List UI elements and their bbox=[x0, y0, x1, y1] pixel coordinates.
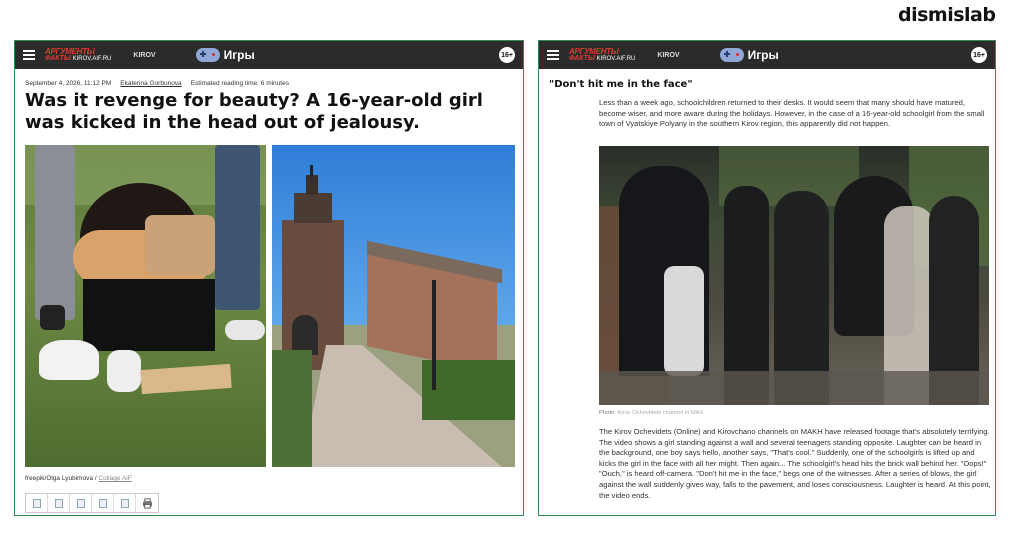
aif-logo[interactable]: АРГУМЕНТЫ ФАКТЫ KIROV.AIF.RU bbox=[569, 47, 635, 63]
broken-image-icon bbox=[76, 498, 85, 508]
gamepad-icon bbox=[195, 48, 220, 62]
age-rating-badge: 16+ bbox=[499, 47, 515, 63]
print-button[interactable] bbox=[136, 494, 158, 512]
site-header: АРГУМЕНТЫ ФАКТЫ KIROV.AIF.RU KIROV Игры … bbox=[15, 41, 523, 69]
intro-paragraph: Less than a week ago, schoolchildren ret… bbox=[599, 98, 985, 129]
hamburger-menu-icon[interactable] bbox=[547, 50, 559, 60]
share-button-4[interactable] bbox=[92, 494, 114, 512]
collage-credit-link[interactable]: Collage AiF bbox=[98, 475, 131, 482]
photo-credit: Photo: Kirov Ochevidets channel in MAX bbox=[599, 410, 704, 416]
author-link[interactable]: Ekaterina Gorbunova bbox=[120, 80, 181, 87]
dismislab-logo: dismislab bbox=[898, 4, 996, 26]
city-selector[interactable]: KIROV bbox=[133, 52, 155, 59]
hamburger-menu-icon[interactable] bbox=[23, 50, 35, 60]
share-button-2[interactable] bbox=[48, 494, 70, 512]
photo-source-link[interactable]: Kirov Ochevidets channel in MAX bbox=[617, 410, 703, 416]
collage-photo-girl bbox=[25, 145, 266, 467]
article-meta: September 4, 2026, 11:12 PM Ekaterina Go… bbox=[25, 80, 523, 87]
broken-image-icon bbox=[120, 498, 129, 508]
video-still bbox=[599, 146, 989, 405]
share-buttons bbox=[25, 493, 159, 513]
photo-caption: freepik/Olga Lyubimova / Collage AiF bbox=[25, 475, 132, 482]
broken-image-icon bbox=[98, 498, 107, 508]
age-rating-badge: 16+ bbox=[971, 47, 987, 63]
site-header: АРГУМЕНТЫ ФАКТЫ KIROV.AIF.RU KIROV Игры … bbox=[539, 41, 995, 69]
right-article-screenshot: АРГУМЕНТЫ ФАКТЫ KIROV.AIF.RU KIROV Игры … bbox=[538, 40, 996, 516]
body-paragraph: The Kirov Ochevidets (Online) and Kirovc… bbox=[599, 427, 991, 500]
reading-time: Estimated reading time: 6 minutes bbox=[190, 80, 289, 87]
share-button-3[interactable] bbox=[70, 494, 92, 512]
broken-image-icon bbox=[32, 498, 41, 508]
article-headline: Was it revenge for beauty? A 16-year-old… bbox=[25, 90, 483, 133]
printer-icon bbox=[142, 497, 152, 509]
share-button-1[interactable] bbox=[26, 494, 48, 512]
gamepad-icon bbox=[719, 48, 744, 62]
games-link[interactable]: Игры bbox=[719, 48, 779, 62]
games-link[interactable]: Игры bbox=[195, 48, 255, 62]
broken-image-icon bbox=[54, 498, 63, 508]
city-selector[interactable]: KIROV bbox=[657, 52, 679, 59]
share-button-5[interactable] bbox=[114, 494, 136, 512]
collage-photo-street bbox=[272, 145, 515, 467]
article-collage bbox=[25, 145, 515, 467]
section-title: "Don't hit me in the face" bbox=[549, 79, 693, 90]
aif-logo[interactable]: АРГУМЕНТЫ ФАКТЫ KIROV.AIF.RU bbox=[45, 47, 111, 63]
left-article-screenshot: АРГУМЕНТЫ ФАКТЫ KIROV.AIF.RU KIROV Игры … bbox=[14, 40, 524, 516]
publish-date: September 4, 2026, 11:12 PM bbox=[25, 80, 112, 87]
